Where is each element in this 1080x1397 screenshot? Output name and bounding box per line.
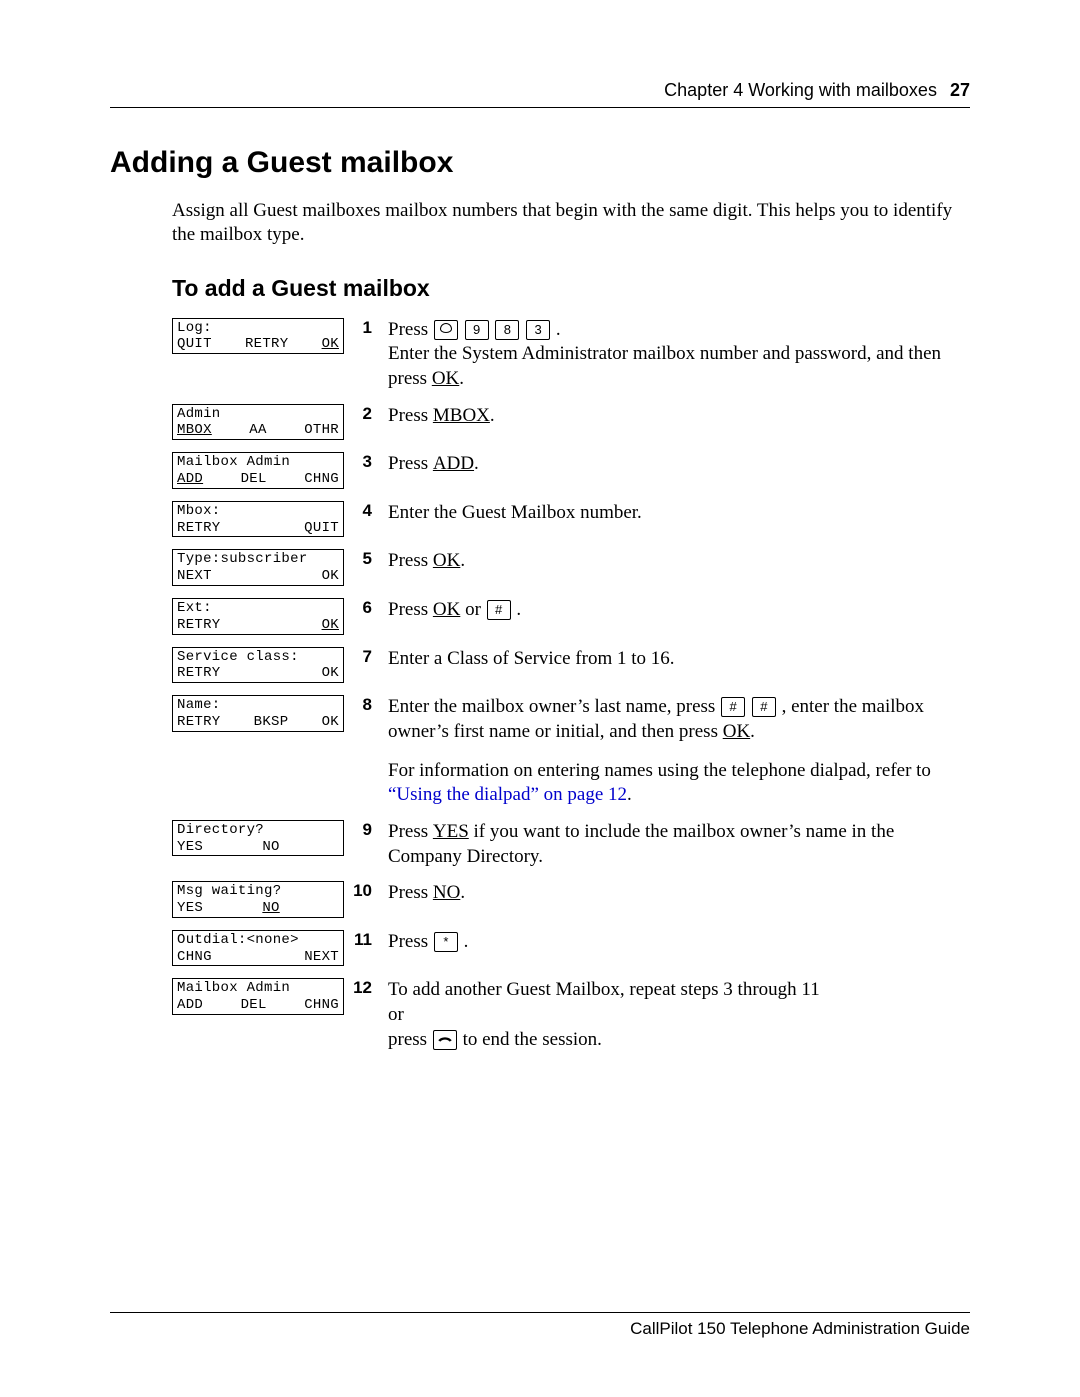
lcd-display: Name: RETRY BKSP OK [172,695,344,732]
release-key-icon [433,1030,457,1050]
step-number: 10 [344,881,378,901]
lcd-display: Mbox: RETRY QUIT [172,501,344,538]
step-number: 11 [344,930,378,950]
star-key-icon: * [434,932,458,952]
step-number: 12 [344,978,378,998]
step-number: 8 [344,695,378,715]
step-row: Mailbox Admin ADD DEL CHNG 3 Press ADD. [172,452,970,489]
step-number: 7 [344,647,378,667]
chapter-label: Chapter 4 Working with mailboxes [664,80,937,100]
step-text: Press OK or # . [378,598,970,623]
step-text: Press OK. [378,549,970,574]
page: Chapter 4 Working with mailboxes 27 Addi… [0,0,1080,1397]
step-number: 1 [344,318,378,338]
hash-key-icon: # [721,697,745,717]
step-text: Enter the Guest Mailbox number. [378,501,970,526]
step-row: Msg waiting? YES NO 10 Press NO. [172,881,970,918]
step-row: Service class: RETRY OK 7 Enter a Class … [172,647,970,684]
step-row: Mailbox Admin ADD DEL CHNG 12 To add ano… [172,978,970,1052]
running-header: Chapter 4 Working with mailboxes 27 [110,80,970,108]
lcd-display: Mailbox Admin ADD DEL CHNG [172,452,344,489]
step-text: Press * . [378,930,970,955]
footer-text: CallPilot 150 Telephone Administration G… [110,1312,970,1339]
step-text: Press ADD. [378,452,970,477]
hash-key-icon: # [752,697,776,717]
page-title: Adding a Guest mailbox [110,146,970,180]
step-text: Press YES if you want to include the mai… [378,820,970,869]
step-number: 9 [344,820,378,840]
lcd-display: Outdial:<none> CHNG NEXT [172,930,344,967]
lcd-display: Type:subscriber NEXT OK [172,549,344,586]
lcd-display: Directory? YES NO [172,820,344,857]
step-number: 5 [344,549,378,569]
step-text: To add another Guest Mailbox, repeat ste… [378,978,970,1052]
lcd-display: Admin MBOX AA OTHR [172,404,344,441]
step-text: Enter a Class of Service from 1 to 16. [378,647,970,672]
step-number: 6 [344,598,378,618]
steps-list: Log: QUIT RETRY OK 1 Press 9 8 3 . Enter… [172,318,970,1053]
keypad-key: 8 [495,320,519,340]
step-text: Enter the mailbox owner’s last name, pre… [378,695,970,808]
lcd-line1: Log: [177,320,339,337]
keypad-key: 3 [526,320,550,340]
step-number: 3 [344,452,378,472]
lcd-softkeys: QUIT RETRY OK [177,336,339,353]
step-row: Name: RETRY BKSP OK 8 Enter the mailbox … [172,695,970,808]
step-row: Directory? YES NO 9 Press YES if you wan… [172,820,970,869]
step-text: Press 9 8 3 . Enter the System Administr… [378,318,970,392]
lcd-display: Ext: RETRY OK [172,598,344,635]
step-number: 4 [344,501,378,521]
keypad-key: 9 [465,320,489,340]
lcd-display: Service class: RETRY OK [172,647,344,684]
step-text: Press MBOX. [378,404,970,429]
page-number: 27 [950,80,970,100]
cross-reference-link[interactable]: “Using the dialpad” on page 12 [388,784,627,805]
lcd-display: Msg waiting? YES NO [172,881,344,918]
step-text: Press NO. [378,881,970,906]
step-number: 2 [344,404,378,424]
intro-paragraph: Assign all Guest mailboxes mailbox numbe… [172,199,970,247]
section-title: To add a Guest mailbox [172,275,970,302]
lcd-display: Log: QUIT RETRY OK [172,318,344,355]
lcd-display: Mailbox Admin ADD DEL CHNG [172,978,344,1015]
hash-key-icon: # [487,600,511,620]
step-row: Outdial:<none> CHNG NEXT 11 Press * . [172,930,970,967]
step-row: Log: QUIT RETRY OK 1 Press 9 8 3 . Enter… [172,318,970,392]
step-row: Admin MBOX AA OTHR 2 Press MBOX. [172,404,970,441]
feature-key-icon [434,320,458,340]
step-row: Type:subscriber NEXT OK 5 Press OK. [172,549,970,586]
step-row: Ext: RETRY OK 6 Press OK or # . [172,598,970,635]
step-row: Mbox: RETRY QUIT 4 Enter the Guest Mailb… [172,501,970,538]
